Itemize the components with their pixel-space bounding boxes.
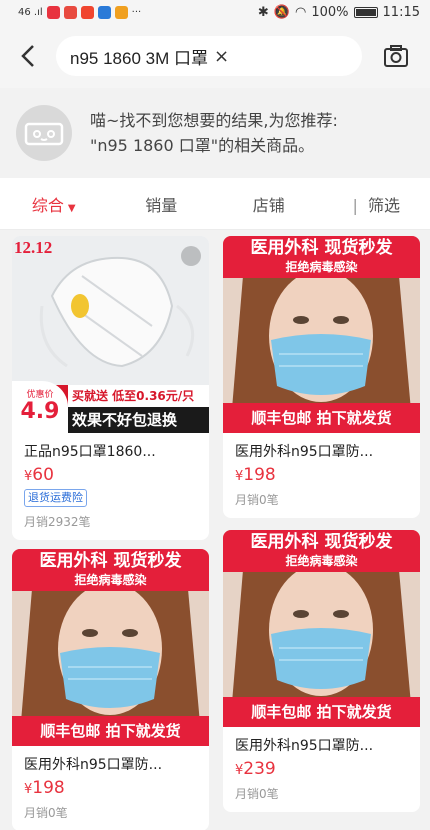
tab-sales[interactable]: 销量 xyxy=(108,192,216,216)
product-image[interactable]: 12.12 买就送 低至0.36元/只 效果不好包退换 优惠价 4.9 xyxy=(12,236,209,433)
price-value: 60 xyxy=(32,465,54,485)
play-icon[interactable] xyxy=(181,246,201,266)
tab-label: 筛选 xyxy=(367,195,400,215)
camera-icon xyxy=(384,45,408,67)
product-card[interactable]: 医用外科 现货秒发 拒绝病毒感染 顺丰包邮 拍下就发货 医用外科n95口罩防..… xyxy=(223,236,420,518)
notice-line-2: "n95 1860 口罩"的相关商品。 xyxy=(90,136,315,155)
app-notification-icon xyxy=(63,5,77,19)
promo-price: 优惠价 4.9 xyxy=(12,381,68,433)
image-footer: 顺丰包邮 拍下就发货 xyxy=(223,697,420,727)
divider: | xyxy=(352,195,358,215)
clear-icon[interactable]: × xyxy=(214,46,229,67)
product-image[interactable]: 医用外科 现货秒发 拒绝病毒感染 顺丰包邮 拍下就发货 xyxy=(12,549,209,746)
tab-filter[interactable]: | 筛选 xyxy=(323,192,430,216)
sort-tabs: 综合 ▼ 销量 店铺 | 筛选 xyxy=(0,178,430,230)
cat-face-icon xyxy=(24,122,64,146)
notice-line-1: 喵~找不到您想要的结果,为您推荐: xyxy=(90,111,338,130)
wifi-icon: ◠ xyxy=(295,4,307,20)
image-subline: 拒绝病毒感染 xyxy=(285,554,358,568)
product-image[interactable]: 医用外科 现货秒发 拒绝病毒感染 顺丰包邮 拍下就发货 xyxy=(223,236,420,433)
return-shipping-badge: 退货运费险 xyxy=(24,489,87,507)
product-image[interactable]: 医用外科 现货秒发 拒绝病毒感染 顺丰包邮 拍下就发货 xyxy=(223,530,420,727)
clock: 11:15 xyxy=(382,4,420,20)
product-price: ¥60 xyxy=(12,461,209,485)
search-input[interactable]: n95 1860 3M 口罩 × xyxy=(56,36,362,76)
promo-slogan: 效果不好包退换 xyxy=(68,407,209,433)
app-notification-icon xyxy=(97,5,111,19)
tmall-cat-avatar xyxy=(16,105,72,161)
price-value: 198 xyxy=(32,778,65,798)
camera-search-button[interactable] xyxy=(362,28,430,84)
image-headline-banner: 医用外科 现货秒发 拒绝病毒感染 xyxy=(12,549,209,591)
weibo-icon xyxy=(114,5,128,19)
product-card[interactable]: 医用外科 现货秒发 拒绝病毒感染 顺丰包邮 拍下就发货 医用外科n95口罩防..… xyxy=(223,530,420,812)
product-card[interactable]: 12.12 买就送 低至0.36元/只 效果不好包退换 优惠价 4.9 正品n9… xyxy=(12,236,209,540)
image-headline-banner: 医用外科 现货秒发 拒绝病毒感染 xyxy=(223,530,420,572)
image-headline: 医用外科 现货秒发 xyxy=(250,238,393,258)
product-title[interactable]: 正品n95口罩1860... xyxy=(12,433,209,461)
monthly-sales: 月销0笔 xyxy=(235,493,279,507)
price-value: 198 xyxy=(243,465,276,485)
image-subline: 拒绝病毒感染 xyxy=(285,260,358,274)
battery-icon xyxy=(353,6,378,18)
mute-icon: 🔕 xyxy=(273,4,291,20)
promo-deal: 买就送 低至0.36元/只 xyxy=(68,385,209,407)
back-button[interactable] xyxy=(0,28,56,84)
monthly-sales: 月销0笔 xyxy=(24,806,68,820)
status-bar: 46 .ıl ··· ✱ 🔕 ◠ 100% 11:15 xyxy=(0,0,430,24)
notice-text: 喵~找不到您想要的结果,为您推荐: "n95 1860 口罩"的相关商品。 xyxy=(90,108,338,158)
tab-label: 综合 xyxy=(31,195,64,215)
product-price: ¥198 xyxy=(12,774,209,798)
product-title[interactable]: 医用外科n95口罩防... xyxy=(12,746,209,774)
app-notification-icon xyxy=(46,5,60,19)
tab-shops[interactable]: 店铺 xyxy=(215,192,323,216)
promo-price-caption: 优惠价 xyxy=(26,390,54,400)
image-headline: 医用外科 现货秒发 xyxy=(250,532,393,552)
product-card[interactable]: 医用外科 现货秒发 拒绝病毒感染 顺丰包邮 拍下就发货 医用外科n95口罩防..… xyxy=(12,549,209,830)
status-left: 46 .ıl ··· xyxy=(18,5,142,19)
signal-indicator: 46 .ıl xyxy=(18,6,43,18)
monthly-sales: 月销2932笔 xyxy=(24,515,91,529)
promo-tag: 12.12 xyxy=(14,238,53,257)
image-footer: 顺丰包邮 拍下就发货 xyxy=(223,403,420,433)
bluetooth-icon: ✱ xyxy=(257,4,269,20)
more-notifications-icon: ··· xyxy=(131,6,142,18)
product-price: ¥198 xyxy=(223,461,420,485)
price-value: 239 xyxy=(243,759,276,779)
image-headline-banner: 医用外科 现货秒发 拒绝病毒感染 xyxy=(223,236,420,278)
caret-down-icon: ▼ xyxy=(67,202,76,214)
product-title[interactable]: 医用外科n95口罩防... xyxy=(223,433,420,461)
product-title[interactable]: 医用外科n95口罩防... xyxy=(223,727,420,755)
promo-price-value: 4.9 xyxy=(20,399,60,424)
monthly-sales: 月销0笔 xyxy=(235,787,279,801)
product-price: ¥239 xyxy=(223,755,420,779)
status-right: ✱ 🔕 ◠ 100% 11:15 xyxy=(258,5,420,20)
app-notification-icon xyxy=(80,5,94,19)
image-footer: 顺丰包邮 拍下就发货 xyxy=(12,716,209,746)
tab-overall[interactable]: 综合 ▼ xyxy=(0,192,108,216)
no-results-notice: 喵~找不到您想要的结果,为您推荐: "n95 1860 口罩"的相关商品。 xyxy=(0,88,430,178)
battery-percent: 100% xyxy=(311,4,349,20)
image-subline: 拒绝病毒感染 xyxy=(74,573,147,587)
search-query: n95 1860 3M 口罩 xyxy=(70,48,208,68)
image-headline: 医用外科 现货秒发 xyxy=(39,551,182,571)
search-header: n95 1860 3M 口罩 × xyxy=(0,24,430,88)
chevron-left-icon xyxy=(21,45,34,67)
